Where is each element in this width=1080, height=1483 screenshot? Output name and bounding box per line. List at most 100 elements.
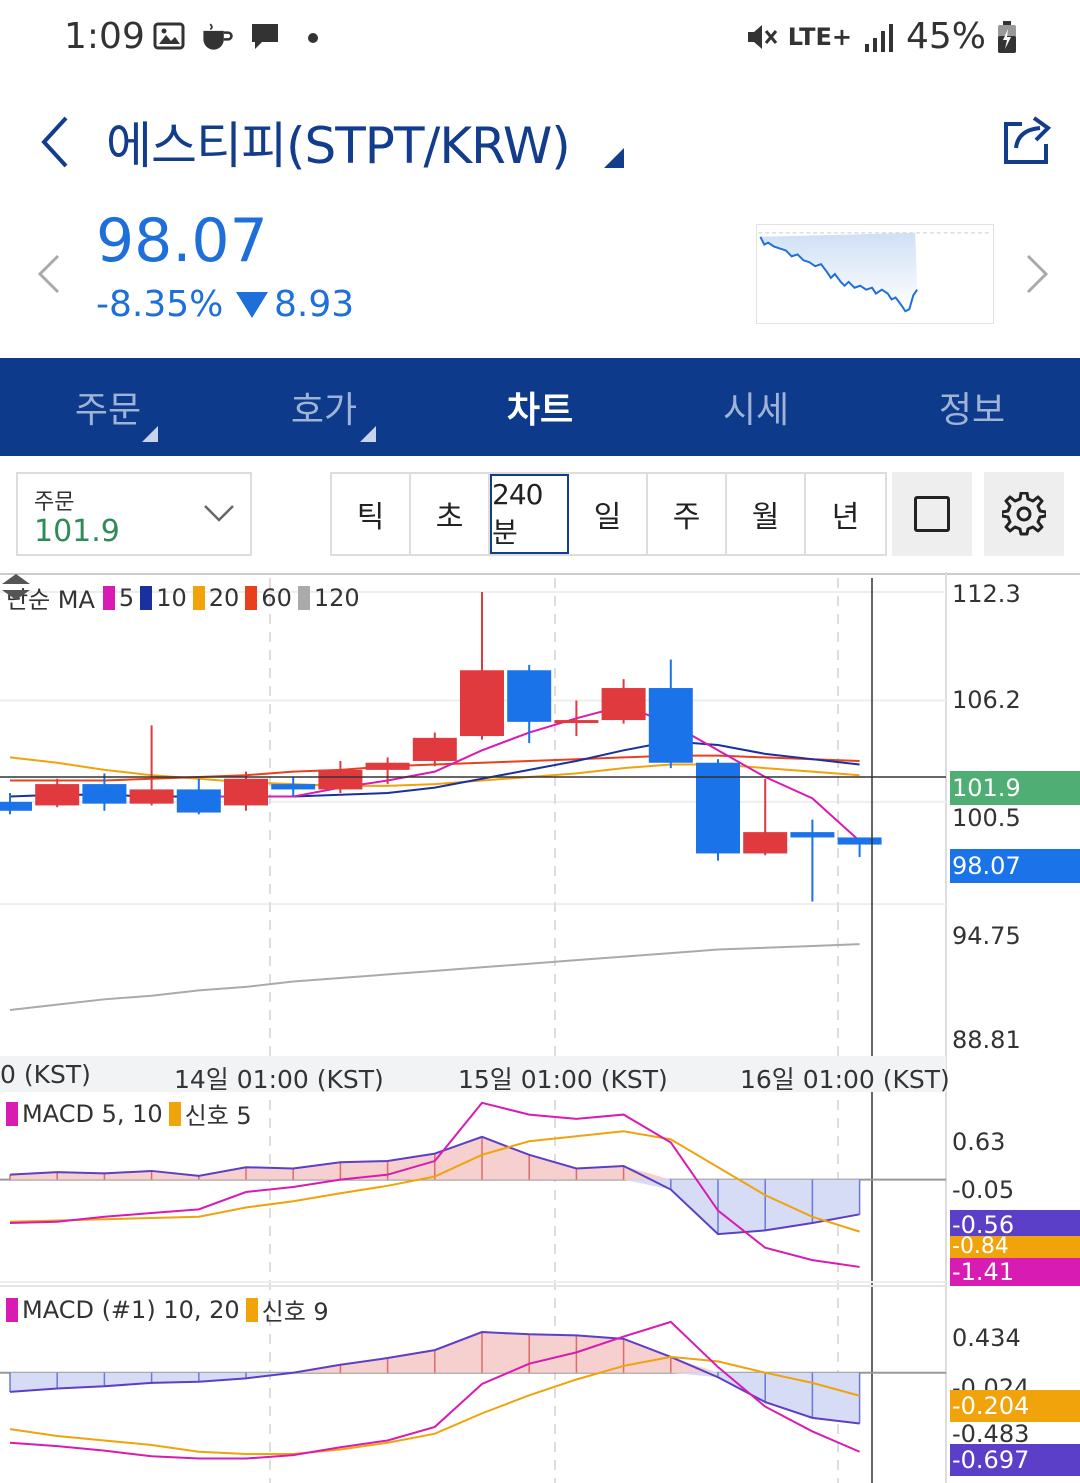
- macd1-tick: -0.05: [952, 1176, 1015, 1204]
- chart-canvas[interactable]: [0, 572, 1080, 1483]
- ma-legend: 단순 MA 5 10 20 60 120: [6, 580, 360, 615]
- battery-charging-icon: [998, 20, 1016, 53]
- ma120-label: 120: [313, 583, 360, 612]
- price-tick: 88.81: [952, 1026, 1021, 1054]
- macd1-hist-negative-area: [10, 1179, 860, 1235]
- time-tick: 0 (KST): [0, 1060, 91, 1089]
- candle-body: [82, 784, 127, 804]
- macd2-legend: MACD (#1) 10, 20 신호 9: [6, 1292, 329, 1327]
- chart-controls: 주문 101.9 틱 초 240분 일 주 월 년: [0, 470, 1080, 562]
- change-percent: -8.35%: [96, 284, 224, 325]
- quote-panel: 98.07 -8.35% 8.93: [0, 200, 1080, 350]
- price-tick: 106.2: [952, 686, 1021, 714]
- candle-body: [0, 801, 32, 811]
- interval-day[interactable]: 일: [569, 474, 648, 554]
- chart-area[interactable]: 단순 MA 5 10 20 60 120 112.3 106.2 100.5 9…: [0, 572, 1080, 1483]
- tab-market-label: 시세: [722, 390, 790, 431]
- tab-info-label: 정보: [938, 390, 1006, 431]
- macd1-legend: MACD 5, 10 신호 5: [6, 1096, 252, 1131]
- gallery-icon: [153, 22, 185, 50]
- mute-icon: [747, 24, 777, 49]
- signal1-swatch: [168, 1101, 181, 1126]
- macd2-label: MACD (#1) 10, 20: [22, 1295, 240, 1324]
- change-amount: 8.93: [236, 284, 354, 325]
- macd1-label: MACD 5, 10: [22, 1099, 163, 1128]
- dot-icon: [308, 33, 318, 43]
- candle-body: [176, 789, 221, 813]
- ma60-label: 60: [261, 583, 292, 612]
- interval-month[interactable]: 월: [727, 474, 806, 554]
- chat-icon: [252, 24, 278, 49]
- signal-icon: [864, 23, 893, 52]
- network-type: LTE+: [787, 22, 852, 51]
- interval-tick[interactable]: 틱: [332, 474, 411, 554]
- fullscreen-button[interactable]: [892, 472, 972, 556]
- order-price-select[interactable]: 주문 101.9: [16, 472, 252, 556]
- price-tick: 100.5: [952, 804, 1021, 832]
- notification-icons: [152, 20, 330, 52]
- share-icon[interactable]: [1000, 110, 1056, 166]
- tab-info[interactable]: 정보: [864, 358, 1080, 456]
- candle-body: [507, 670, 552, 722]
- tab-orderbook-label: 호가: [290, 390, 358, 431]
- back-icon[interactable]: [36, 112, 76, 172]
- settings-button[interactable]: [984, 472, 1064, 556]
- ma10-swatch: [140, 585, 153, 610]
- candle-body: [129, 789, 174, 804]
- interval-second[interactable]: 초: [411, 474, 490, 554]
- candle-body: [365, 762, 410, 770]
- time-tick: 14일 01:00 (KST): [174, 1065, 384, 1094]
- time-tick: 16일 01:00 (KST): [740, 1065, 950, 1094]
- tab-chart[interactable]: 차트: [432, 358, 648, 456]
- ma20-swatch: [192, 585, 205, 610]
- signal2-swatch: [245, 1297, 258, 1322]
- tab-order-menu-icon: [142, 426, 158, 442]
- main-tabs: 주문 호가 차트 시세 정보: [0, 358, 1080, 456]
- tab-chart-label: 차트: [506, 390, 574, 431]
- current-price-tag: 98.07: [950, 849, 1080, 883]
- signal1-value-tag: -0.84: [950, 1236, 1080, 1258]
- status-time: 1:09: [64, 16, 145, 57]
- interval-year[interactable]: 년: [806, 474, 885, 554]
- ma20-label: 20: [208, 583, 240, 612]
- app-header: 에스티피(STPT/KRW): [0, 100, 1080, 190]
- coin-title[interactable]: 에스티피(STPT/KRW): [106, 106, 571, 178]
- prev-coin-icon[interactable]: [36, 252, 62, 296]
- candle-body: [743, 832, 788, 854]
- tab-order[interactable]: 주문: [0, 358, 216, 456]
- macd2-hist-negative-area: [10, 1372, 860, 1424]
- chevron-down-icon: [204, 505, 234, 522]
- ma10-label: 10: [156, 583, 187, 612]
- candle-body: [601, 688, 646, 721]
- ma120-swatch: [297, 585, 310, 610]
- change-amount-value: 8.93: [274, 284, 355, 325]
- candle-body: [790, 832, 835, 838]
- candle-body: [837, 837, 882, 845]
- title-dropdown-icon[interactable]: [604, 148, 624, 168]
- resize-panel-icon[interactable]: [0, 572, 32, 602]
- ma5-swatch: [102, 585, 115, 610]
- interval-240min[interactable]: 240분: [490, 474, 569, 554]
- next-coin-icon[interactable]: [1024, 252, 1050, 296]
- mini-price-chart[interactable]: [756, 224, 994, 324]
- order-price-tag: 101.9: [950, 771, 1080, 805]
- macd2-macd-line: [9, 1320, 860, 1460]
- price-tick: 94.75: [952, 922, 1021, 950]
- ma60-swatch: [245, 585, 258, 610]
- signal2-value-tag: -0.204: [950, 1390, 1080, 1422]
- ma120-line: [9, 943, 860, 1011]
- macd1-swatch: [6, 1101, 18, 1126]
- candle-body: [35, 784, 80, 806]
- macd1-tick: 0.63: [952, 1128, 1006, 1156]
- candle-body: [271, 784, 316, 790]
- tab-orderbook[interactable]: 호가: [216, 358, 432, 456]
- ma5-label: 5: [118, 583, 135, 612]
- candle-body: [554, 720, 599, 724]
- interval-week[interactable]: 주: [648, 474, 727, 554]
- current-price: 98.07: [96, 206, 268, 276]
- coffee-icon: [203, 23, 233, 50]
- macd2-swatch: [6, 1297, 18, 1322]
- signal2-label: 신호 9: [261, 1298, 329, 1326]
- candle-body: [224, 778, 268, 806]
- tab-market[interactable]: 시세: [648, 358, 864, 456]
